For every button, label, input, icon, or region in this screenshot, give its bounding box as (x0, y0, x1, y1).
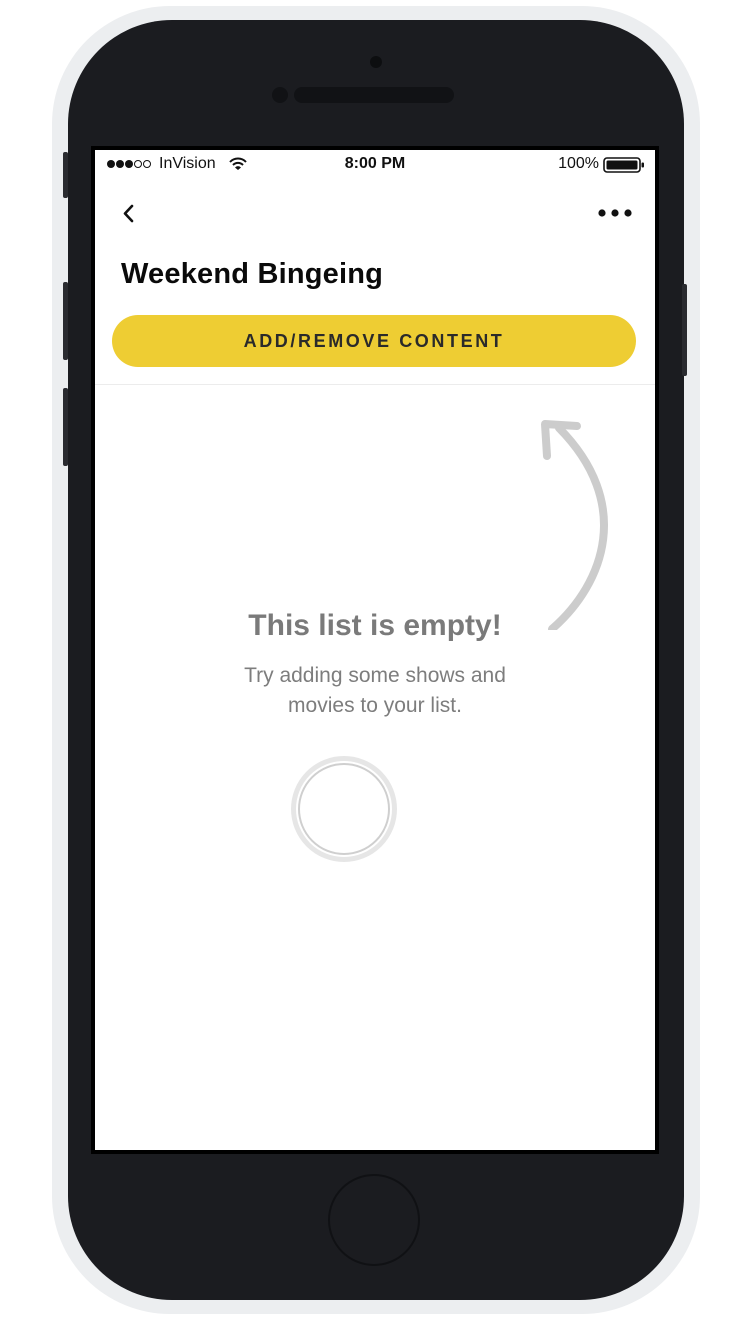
volume-down-button (63, 388, 68, 466)
battery-full-icon (603, 157, 644, 173)
app-screen: InVision 8:00 PM 100% Weekend Bingeing A… (95, 150, 655, 1150)
page-title: Weekend Bingeing (121, 258, 384, 290)
status-bar: InVision 8:00 PM 100% (95, 150, 655, 180)
add-remove-content-button[interactable]: ADD/REMOVE CONTENT (112, 315, 636, 367)
power-button (682, 284, 687, 376)
curved-arrow-up-icon (541, 420, 608, 630)
divider (95, 384, 655, 385)
chevron-left-icon[interactable] (117, 200, 141, 228)
touch-indicator (291, 756, 397, 862)
proximity-sensor (370, 56, 382, 68)
battery-percent: 100% (558, 155, 599, 172)
phone-screen: InVision 8:00 PM 100% Weekend Bingeing A… (91, 146, 659, 1154)
home-button[interactable] (328, 1174, 420, 1266)
touch-indicator-ring (298, 763, 390, 855)
volume-up-button (63, 282, 68, 360)
empty-state-title: This list is empty! (248, 609, 502, 642)
empty-state-message: Try adding some shows and movies to your… (244, 664, 506, 717)
earpiece-speaker (294, 87, 454, 103)
mute-switch (63, 152, 68, 198)
more-horizontal-icon[interactable] (597, 206, 633, 220)
front-camera (272, 87, 288, 103)
